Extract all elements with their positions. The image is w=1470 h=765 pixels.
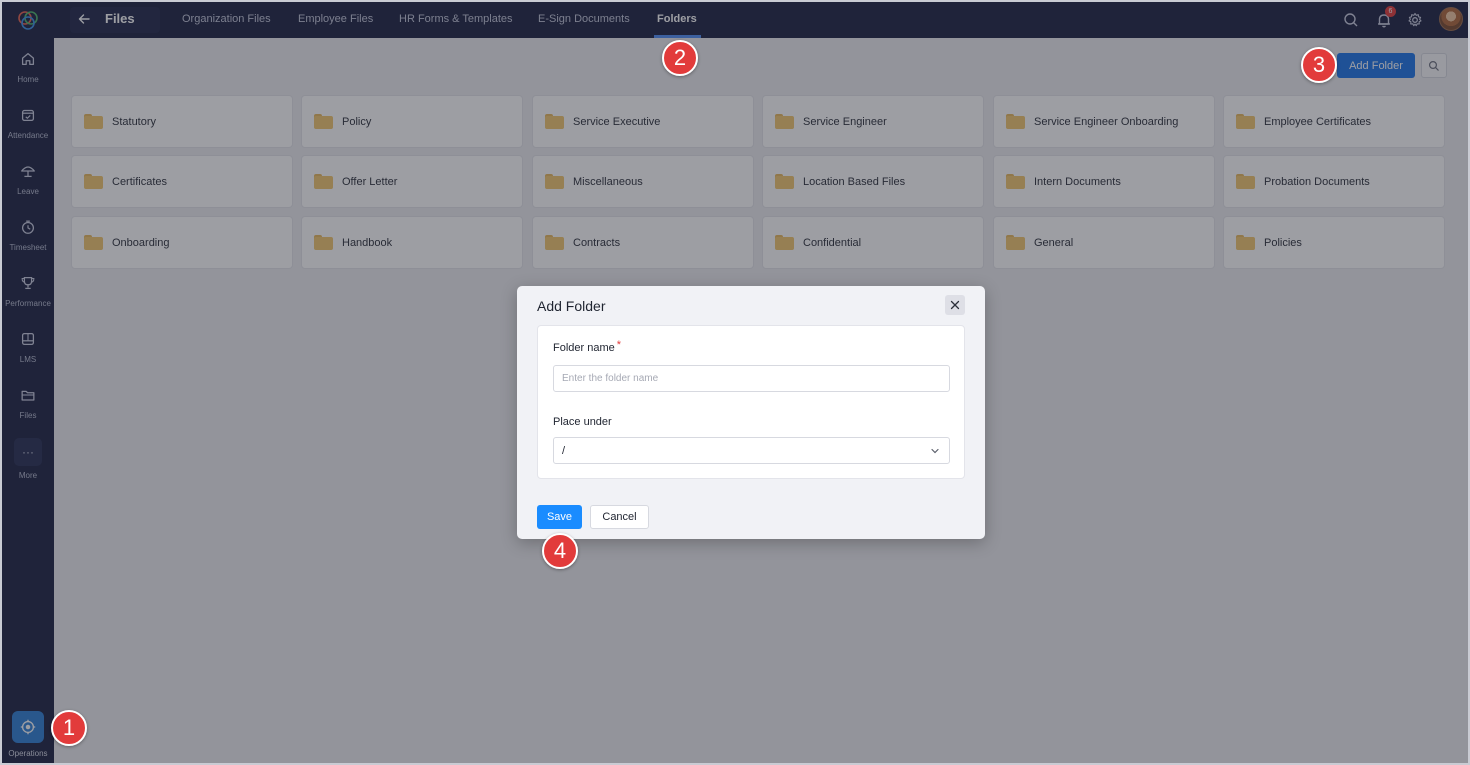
app-frame: Home Attendance Leave Timesheet Performa…	[0, 0, 1470, 765]
cancel-button[interactable]: Cancel	[590, 505, 649, 529]
folder-name-input[interactable]	[553, 365, 950, 392]
step-marker-2: 2	[662, 40, 698, 76]
place-under-select[interactable]: /	[553, 437, 950, 464]
place-under-value: /	[562, 444, 566, 457]
required-marker: *	[616, 339, 622, 351]
step-marker-3: 3	[1301, 47, 1337, 83]
dialog-form: Folder name* Place under /	[537, 325, 965, 479]
save-button[interactable]: Save	[537, 505, 582, 529]
add-folder-dialog: Add Folder Folder name* Place under / Sa…	[517, 286, 985, 539]
chevron-down-icon	[931, 448, 939, 454]
close-icon	[950, 300, 960, 310]
folder-name-label: Folder name *	[553, 339, 622, 354]
close-button[interactable]	[945, 295, 965, 315]
step-marker-4: 4	[542, 533, 578, 569]
place-under-label: Place under	[553, 416, 612, 428]
step-marker-1: 1	[51, 710, 87, 746]
dialog-title: Add Folder	[537, 298, 606, 314]
